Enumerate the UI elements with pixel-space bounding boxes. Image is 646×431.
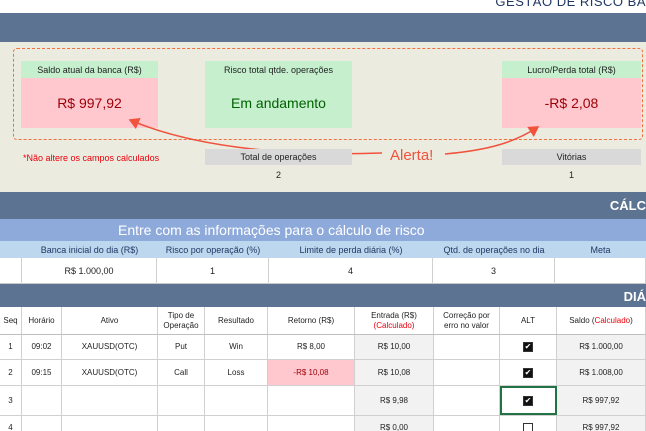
info-col-meta: Meta — [590, 244, 611, 255]
col-retorno: Retorno (R$) — [268, 307, 355, 334]
cell-saldo[interactable]: R$ 997,92 — [557, 386, 646, 415]
cell-saldo[interactable]: R$ 997,92 — [557, 416, 646, 431]
wins-label: Vitórias — [502, 149, 641, 165]
col-entrada-line1: Entrada (R$) — [371, 310, 417, 320]
cell-saldo[interactable]: R$ 1.000,00 — [557, 335, 646, 359]
info-values-row: R$ 1.000,00 1 4 3 — [0, 258, 646, 284]
cell-resultado[interactable]: Win — [205, 335, 268, 359]
cell-correcao[interactable] — [434, 416, 500, 431]
col-saldo: Saldo (Calculado) — [557, 307, 646, 334]
col-saldo-part3: ) — [630, 315, 633, 325]
day-table-header: Seq Horário Ativo Tipo de Operação Resul… — [0, 307, 646, 335]
cell-entrada[interactable]: R$ 10,00 — [355, 335, 434, 359]
cell-saldo[interactable]: R$ 1.008,00 — [557, 360, 646, 385]
cell-seq: 3 — [0, 386, 22, 415]
cell-resultado[interactable] — [205, 416, 268, 431]
day-section-title: DIÁ — [623, 289, 646, 304]
col-entrada-line2: (Calculado) — [373, 320, 415, 330]
alt-checkbox[interactable]: ✔ — [523, 342, 533, 352]
col-entrada: Entrada (R$) (Calculado) — [355, 307, 434, 334]
cell-ativo[interactable]: XAUUSD(OTC) — [62, 335, 158, 359]
col-correcao-line1: Correção por — [443, 310, 490, 320]
cell-tipo[interactable] — [158, 386, 205, 415]
info-col-qtd: Qtd. de operações no dia — [443, 244, 545, 255]
table-row: 2 09:15 XAUUSD(OTC) Call Loss -R$ 10,08 … — [0, 360, 646, 386]
alt-checkbox[interactable]: ✔ — [523, 395, 533, 406]
info-column-headers: Banca inicial do dia (R$) Risco por oper… — [0, 241, 646, 258]
table-row: 1 09:02 XAUUSD(OTC) Put Win R$ 8,00 R$ 1… — [0, 335, 646, 360]
col-tipo: Tipo de Operação — [158, 307, 205, 334]
wins-value: 1 — [568, 170, 574, 180]
cell-tipo[interactable]: Put — [158, 335, 205, 359]
calc-band: CÁLC — [0, 192, 646, 219]
table-row: 4 R$ 0,00 R$ 997,92 — [0, 416, 646, 431]
cell-resultado[interactable] — [205, 386, 268, 415]
info-risco-input[interactable]: 1 — [157, 258, 269, 284]
cell-alt-selected[interactable]: ✔ — [500, 386, 557, 415]
cell-tipo[interactable] — [158, 416, 205, 431]
col-horario: Horário — [22, 307, 62, 334]
col-correcao: Correção por erro no valor — [434, 307, 500, 334]
alert-label: Alerta! — [390, 147, 434, 164]
col-correcao-line2: erro no valor — [444, 320, 489, 330]
info-limite-input[interactable]: 4 — [269, 258, 433, 284]
cell-correcao[interactable] — [434, 360, 500, 385]
cell-retorno[interactable]: R$ 8,00 — [268, 335, 355, 359]
cell-ativo[interactable]: XAUUSD(OTC) — [62, 360, 158, 385]
col-ativo: Ativo — [62, 307, 158, 334]
cell-retorno[interactable] — [268, 386, 355, 415]
cell-seq: 4 — [0, 416, 22, 431]
calc-section-title: CÁLC — [609, 198, 646, 213]
cell-retorno[interactable] — [268, 416, 355, 431]
cell-ativo[interactable] — [62, 416, 158, 431]
info-col-banca: Banca inicial do dia (R$) — [40, 244, 139, 255]
info-banca-input[interactable]: R$ 1.000,00 — [22, 258, 157, 284]
col-resultado: Resultado — [205, 307, 268, 334]
col-alt: ALT — [500, 307, 557, 334]
day-band: DIÁ — [0, 284, 646, 307]
col-tipo-line2: Operação — [163, 320, 199, 330]
info-col-limite: Limite de perda diária (%) — [299, 244, 403, 255]
col-saldo-part2: Calculado — [594, 315, 631, 325]
table-row: 3 R$ 9,98 ✔ R$ 997,92 — [0, 386, 646, 416]
cell-horario[interactable]: 09:02 — [22, 335, 62, 359]
cell-horario[interactable]: 09:15 — [22, 360, 62, 385]
cell-alt[interactable]: ✔ — [500, 360, 557, 385]
cell-correcao[interactable] — [434, 386, 500, 415]
cell-entrada[interactable]: R$ 9,98 — [355, 386, 434, 415]
warning-note: *Não altere os campos calculados — [23, 153, 160, 163]
cell-entrada[interactable]: R$ 10,08 — [355, 360, 434, 385]
cell-correcao[interactable] — [434, 335, 500, 359]
col-seq: Seq — [0, 307, 22, 334]
cell-horario[interactable] — [22, 416, 62, 431]
info-meta-input[interactable] — [555, 258, 646, 284]
info-heading: Entre com as informações para o cálculo … — [0, 219, 646, 241]
info-row-spacer — [0, 258, 22, 284]
cell-alt[interactable]: ✔ — [500, 335, 557, 359]
cell-resultado[interactable]: Loss — [205, 360, 268, 385]
cell-entrada[interactable]: R$ 0,00 — [355, 416, 434, 431]
cell-tipo[interactable]: Call — [158, 360, 205, 385]
cell-seq: 2 — [0, 360, 22, 385]
alt-checkbox[interactable] — [523, 422, 533, 431]
col-saldo-part1: Saldo ( — [569, 315, 595, 325]
total-ops-value: 2 — [275, 170, 281, 180]
cell-ativo[interactable] — [62, 386, 158, 415]
col-tipo-line1: Tipo de — [167, 310, 195, 320]
cell-horario[interactable] — [22, 386, 62, 415]
cell-alt[interactable] — [500, 416, 557, 431]
cell-retorno[interactable]: -R$ 10,08 — [268, 360, 355, 385]
alt-checkbox[interactable]: ✔ — [523, 367, 533, 378]
cell-seq: 1 — [0, 335, 22, 359]
info-qtd-input[interactable]: 3 — [433, 258, 555, 284]
total-ops-label: Total de operações — [205, 149, 352, 165]
info-col-risco: Risco por operação (%) — [165, 244, 261, 255]
